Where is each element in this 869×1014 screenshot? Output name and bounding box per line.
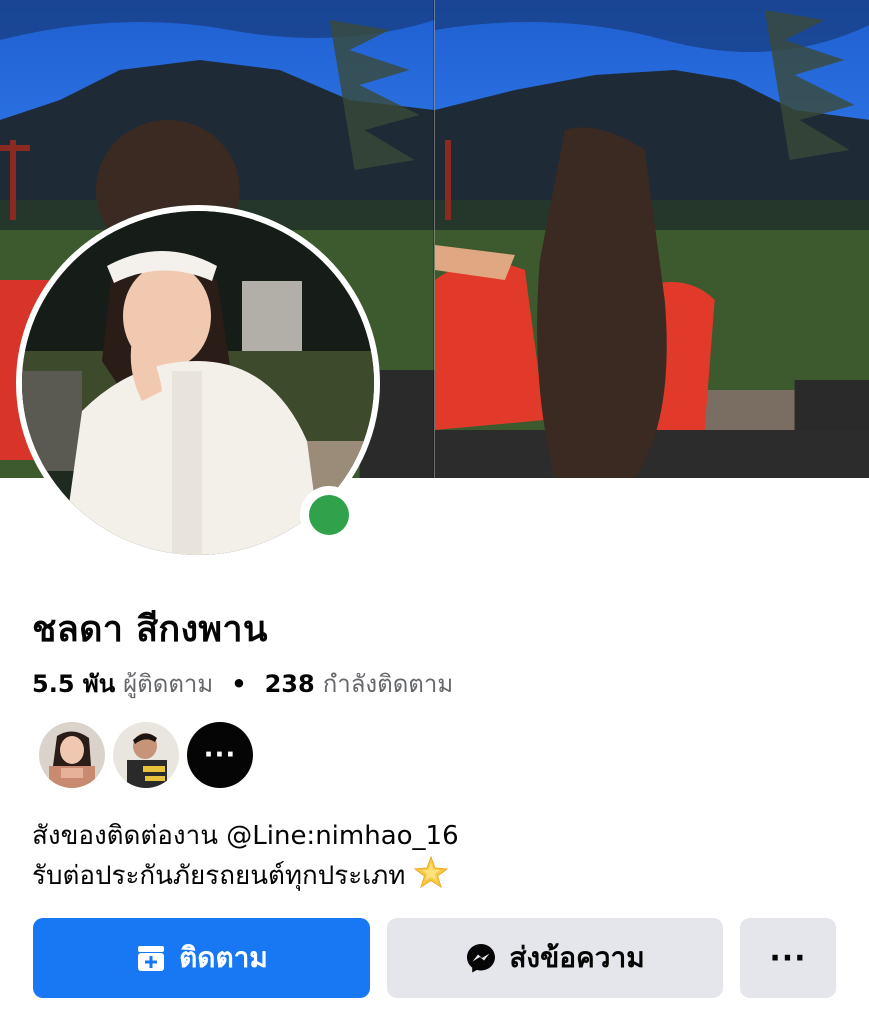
follow-icon: [135, 942, 167, 974]
following-label: กำลังติดตาม: [322, 670, 454, 698]
more-friends-icon[interactable]: ···: [187, 722, 253, 788]
bio-line-2: รับต่อประกันภัยรถยนต์ทุกประเภท: [32, 861, 406, 891]
bio-line-1: สังของติดต่องาน @Line:nimhao_16: [32, 821, 459, 851]
message-button[interactable]: ส่งข้อความ: [387, 918, 723, 998]
profile-stats: 5.5 พัน ผู้ติดตาม • 238 กำลังติดตาม: [32, 664, 453, 703]
followers-link[interactable]: 5.5 พัน ผู้ติดตาม: [32, 664, 213, 703]
friend-avatar[interactable]: [39, 722, 105, 788]
follow-button-label: ติดตาม: [179, 941, 268, 974]
followers-count: 5.5 พัน: [32, 670, 116, 698]
profile-bio: สังของติดต่องาน @Line:nimhao_16 รับต่อปร…: [32, 816, 459, 896]
more-options-icon: ···: [769, 940, 807, 976]
profile-name: ชลดา สีกงพาน: [32, 609, 268, 650]
cover-divider: [433, 0, 435, 478]
cover-photo-right: [434, 0, 869, 478]
followers-label: ผู้ติดตาม: [123, 670, 214, 698]
profile-picture[interactable]: [16, 205, 380, 561]
stats-separator: •: [231, 669, 247, 698]
messenger-icon: [465, 942, 497, 974]
more-options-button[interactable]: ···: [740, 918, 836, 998]
following-count: 238: [264, 670, 315, 698]
online-status-indicator: [300, 486, 358, 544]
following-link[interactable]: 238 กำลังติดตาม: [265, 664, 454, 703]
follow-button[interactable]: ติดตาม: [33, 918, 370, 998]
friend-avatar[interactable]: [113, 722, 179, 788]
sparkle-star-icon: [413, 855, 449, 889]
mutual-friends-avatars: ···: [39, 722, 253, 788]
bio-line-2-row: รับต่อประกันภัยรถยนต์ทุกประเภท: [32, 855, 459, 896]
message-button-label: ส่งข้อความ: [509, 941, 645, 974]
